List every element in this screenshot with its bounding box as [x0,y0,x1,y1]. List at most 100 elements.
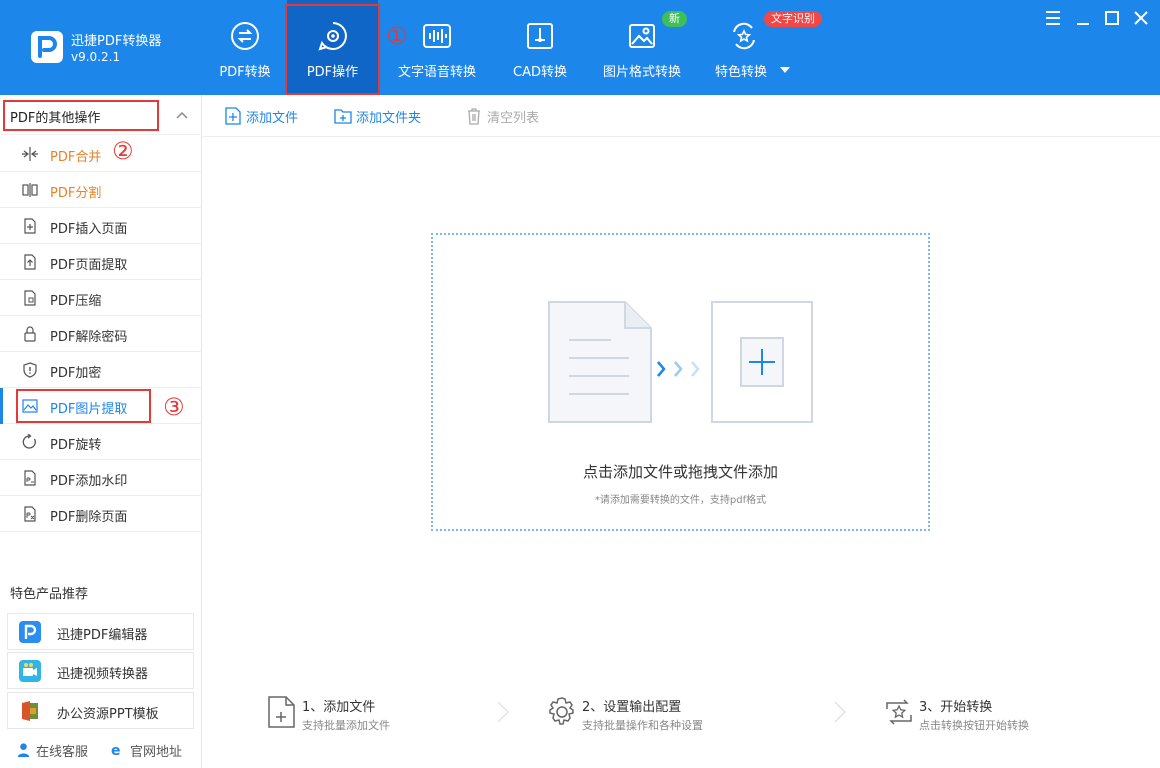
sidebar-item-label: PDF压缩 [50,294,102,309]
chevron-right-icon [497,701,510,723]
step-add-file: 1、添加文件 支持批量添加文件 [266,693,466,733]
annotation-number-3: ③ [163,393,185,421]
step-start-convert: 3、开始转换 点击转换按钮开始转换 [883,693,1103,733]
promo-video-converter[interactable]: 迅捷视频转换器 [7,652,194,689]
rotate-icon [22,434,36,449]
add-folder-label: 添加文件夹 [356,111,422,126]
browser-e-icon[interactable]: e [110,742,125,757]
step-output-config: 2、设置输出配置 支持批量操作和各种设置 [546,693,786,733]
promo-label: 迅捷PDF编辑器 [57,628,148,643]
sidebar-item-label: PDF页面提取 [50,258,128,273]
merge-icon [22,147,38,161]
sidebar-item-label: PDF合并 [50,150,102,165]
add-file-button[interactable]: 添加文件 [224,106,314,126]
sidebar-item-rotate[interactable]: PDF旋转 [0,424,202,460]
minimize-icon[interactable] [1073,8,1093,28]
annotation-box-1 [285,4,380,95]
pdf-editor-logo-icon [19,621,41,643]
customer-service-icon[interactable] [16,742,31,757]
promo-ppt-templates[interactable]: 办公资源PPT模板 [7,692,194,729]
convert-icon [231,22,259,50]
maximize-icon[interactable] [1102,8,1122,28]
chevron-down-icon[interactable] [780,66,790,74]
step-title: 1、添加文件 [302,700,376,715]
file-dropzone[interactable]: 点击添加文件或拖拽文件添加 *请添加需要转换的文件，支持pdf格式 [431,233,930,531]
sidebar-item-label: PDF添加水印 [50,474,128,489]
split-icon [22,183,38,197]
step-desc: 点击转换按钮开始转换 [919,719,1029,732]
ppt-template-logo-icon [22,701,38,721]
audio-wave-icon [423,24,451,48]
step-title: 2、设置输出配置 [582,700,682,715]
app-logo-icon [31,31,63,63]
sidebar-item-label: PDF加密 [50,366,102,381]
annotation-box-3 [16,389,151,423]
sidebar-item-label: PDF删除页面 [50,510,128,525]
star-convert-icon [886,699,912,725]
watermark-icon [24,470,36,486]
new-badge: 新 [662,11,687,27]
sidebar-item-delete-page[interactable]: PDF删除页面 [0,496,202,532]
add-folder-icon [334,109,352,124]
cad-icon [527,23,553,49]
sidebar-item-merge[interactable]: PDF合并 [0,136,202,172]
sidebar: PDF的其他操作 PDF合并 ② PDF分割 PDF插入页面 PDF页面提取 P… [0,95,202,768]
clear-list-label: 清空列表 [487,111,540,126]
chevron-right-icon [834,701,847,723]
add-file-label: 添加文件 [246,111,299,126]
menu-icon[interactable] [1043,8,1063,28]
promo-label: 迅捷视频转换器 [57,667,149,682]
promo-title: 特色产品推荐 [10,587,89,602]
image-icon [629,24,655,48]
tab-label: 图片格式转换 [602,65,681,80]
sidebar-item-label: PDF分割 [50,186,102,201]
star-convert-icon [733,22,755,50]
sidebar-item-encrypt[interactable]: PDF加密 [0,352,202,388]
tab-pdf-convert[interactable]: PDF转换 [205,0,285,95]
file-plus-icon [268,696,295,728]
unlock-icon [24,326,36,342]
annotation-number-1: ① [386,22,408,50]
svg-text:e: e [111,743,121,757]
app-name: 迅捷PDF转换器 [71,34,162,49]
add-folder-button[interactable]: 添加文件夹 [334,106,444,126]
gear-icon [549,697,574,725]
close-icon[interactable] [1131,8,1151,28]
delete-page-icon [24,506,36,522]
shield-icon [23,362,37,378]
step-title: 3、开始转换 [919,700,993,715]
top-bar: 迅捷PDF转换器 v9.0.2.1 PDF转换 PDF操作 文字语音转换 CAD… [0,0,1160,95]
extract-page-icon [24,254,36,270]
trash-icon [468,108,480,125]
sidebar-item-unlock[interactable]: PDF解除密码 [0,316,202,352]
app-version: v9.0.2.1 [71,50,121,64]
sidebar-item-label: PDF插入页面 [50,222,128,237]
dropzone-title: 点击添加文件或拖拽文件添加 [582,463,778,481]
clear-list-button[interactable]: 清空列表 [465,106,555,126]
sidebar-item-insert-page[interactable]: PDF插入页面 [0,208,202,244]
annotation-number-2: ② [112,137,134,165]
sidebar-item-compress[interactable]: PDF压缩 [0,280,202,316]
sidebar-item-label: PDF旋转 [50,438,102,453]
promo-label: 办公资源PPT模板 [57,707,159,722]
tab-label: 文字语音转换 [397,65,476,80]
annotation-box-2 [3,100,159,131]
step-desc: 支持批量操作和各种设置 [582,719,703,732]
sidebar-item-watermark[interactable]: PDF添加水印 [0,460,202,496]
compress-icon [24,290,36,306]
video-converter-logo-icon [19,660,41,682]
website-link[interactable]: 官网地址 [130,741,182,760]
toolbar: 添加文件 添加文件夹 清空列表 [203,95,1160,137]
add-file-illustration-icon [548,301,813,423]
sidebar-item-label: PDF解除密码 [50,330,128,345]
customer-service-link[interactable]: 在线客服 [36,741,88,760]
insert-page-icon [24,218,36,234]
tab-cad[interactable]: CAD转换 [500,0,580,95]
add-file-icon [225,107,241,125]
sidebar-item-split[interactable]: PDF分割 [0,172,202,208]
sidebar-item-extract-page[interactable]: PDF页面提取 [0,244,202,280]
chevron-up-icon[interactable] [176,111,188,119]
promo-pdf-editor[interactable]: 迅捷PDF编辑器 [7,613,194,650]
tab-label: CAD转换 [513,65,567,80]
step-desc: 支持批量添加文件 [302,719,390,732]
